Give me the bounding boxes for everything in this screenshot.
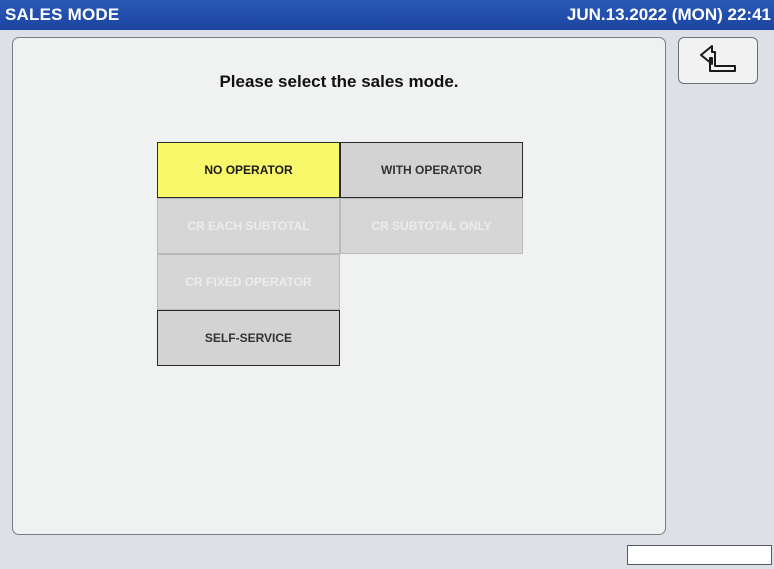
cr-subtotal-only-label: CR SUBTOTAL ONLY [371,219,492,233]
return-arrow-icon [698,44,738,77]
prompt-text: Please select the sales mode. [219,72,459,91]
self-service-label: SELF-SERVICE [204,331,293,345]
date-time: JUN.13.2022 (MON) 22:41 [566,5,771,24]
with-operator-label: WITH OPERATOR [381,163,482,177]
cr-each-subtotal-button: CR EACH SUBTOTAL [157,198,340,254]
no-operator-button[interactable]: NO OPERATOR [157,142,340,198]
main-panel: Please select the sales mode. NO OPERATO… [12,37,666,535]
no-operator-label: NO OPERATOR [204,163,293,177]
self-service-button[interactable]: SELF-SERVICE [157,310,340,366]
cr-fixed-operator-button: CR FIXED OPERATOR [157,254,340,310]
status-box [627,545,772,565]
with-operator-button[interactable]: WITH OPERATOR [340,142,523,198]
cr-fixed-operator-label: CR FIXED OPERATOR [185,275,312,289]
back-button[interactable] [678,37,758,84]
title-bar: SALES MODE JUN.13.2022 (MON) 22:41 [0,0,774,30]
sales-mode-screen: SALES MODE JUN.13.2022 (MON) 22:41 Pleas… [0,0,774,569]
cr-each-subtotal-label: CR EACH SUBTOTAL [187,219,310,233]
screen-title: SALES MODE [5,5,120,24]
cr-subtotal-only-button: CR SUBTOTAL ONLY [340,198,523,254]
